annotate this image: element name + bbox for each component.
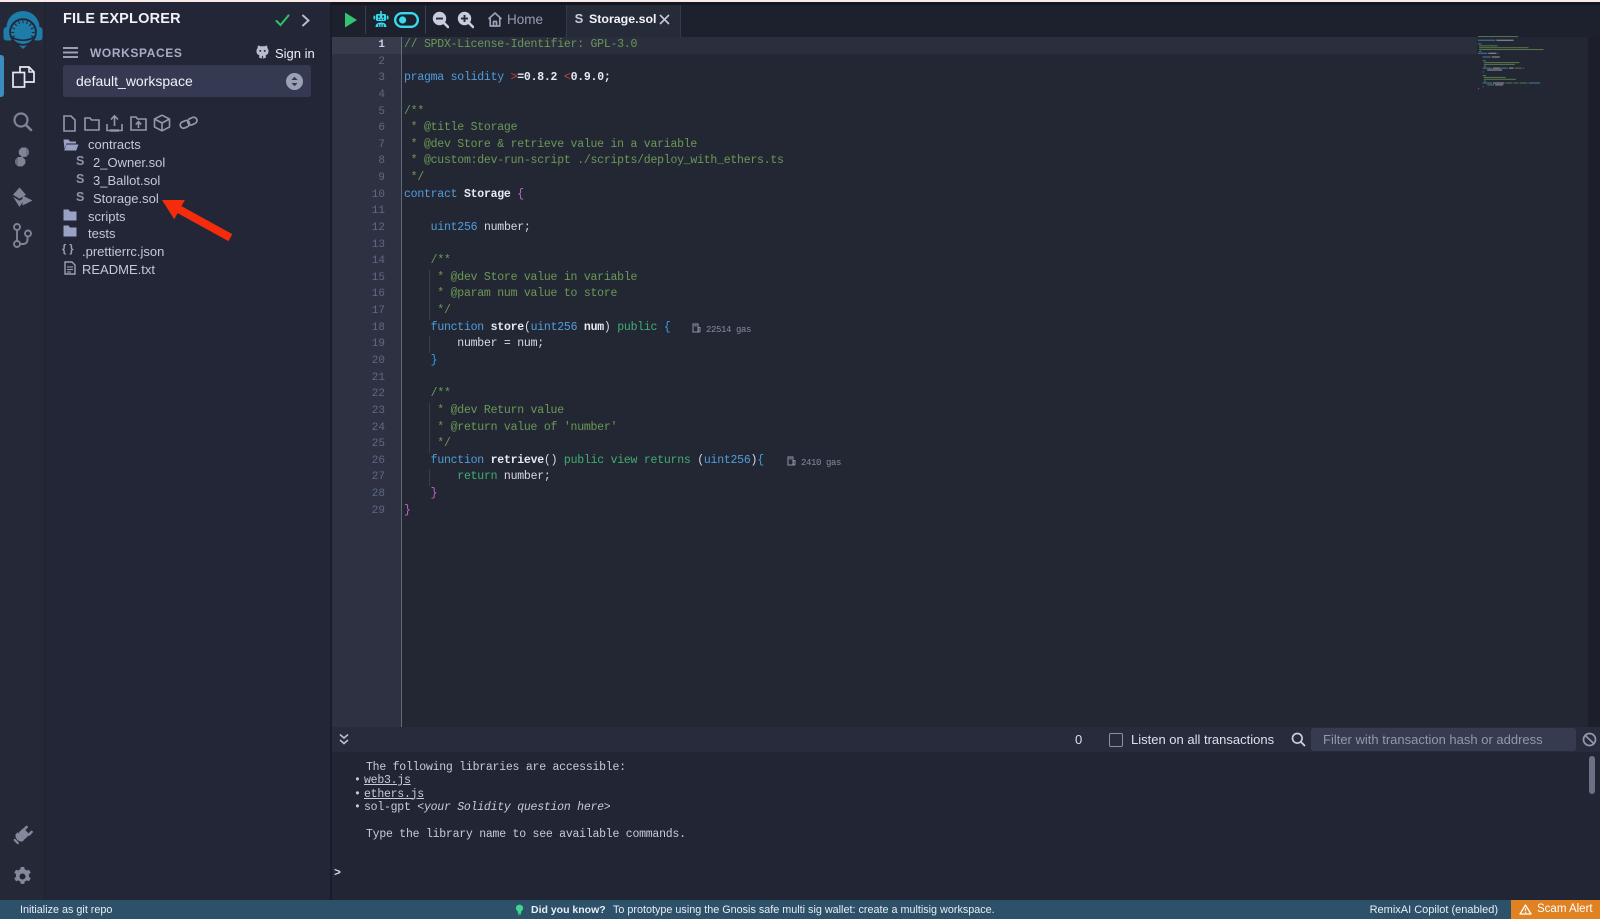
svg-text:S: S — [76, 190, 84, 203]
svg-text:S: S — [76, 154, 84, 167]
svg-text:S: S — [76, 172, 84, 185]
